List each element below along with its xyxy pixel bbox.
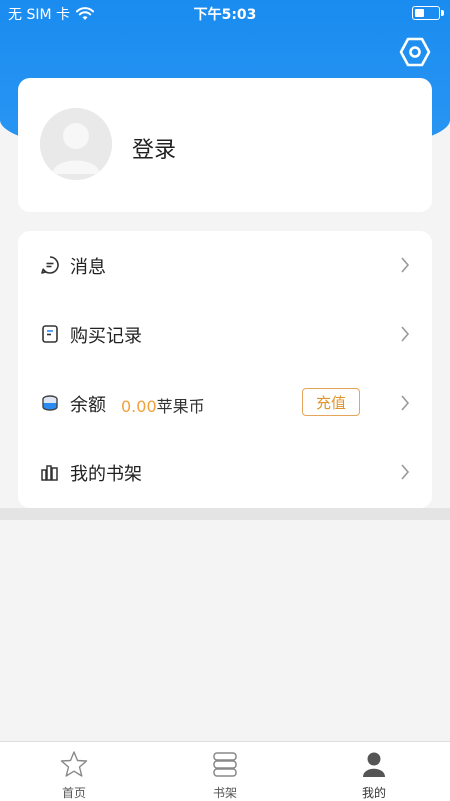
menu-item-purchase-records[interactable]: 购买记录: [18, 300, 432, 369]
balance-unit: 苹果币: [156, 397, 205, 416]
bookshelf-icon: [41, 465, 58, 481]
chevron-right-icon: [401, 464, 410, 480]
chevron-right-icon: [401, 326, 410, 342]
login-label[interactable]: 登录: [132, 132, 176, 164]
receipt-icon: [42, 325, 58, 343]
section-divider: [0, 508, 450, 520]
tab-label-bookshelf: 书架: [212, 786, 237, 800]
avatar[interactable]: [40, 108, 112, 180]
battery-icon: [412, 6, 444, 20]
tab-bookshelf[interactable]: 书架: [175, 742, 275, 801]
menu-label-balance: 余额: [70, 395, 106, 416]
balance-value: 0.00苹果币: [121, 393, 205, 417]
coins-icon: [42, 395, 58, 411]
menu-card: 消息 购买记录 余额 0.00苹果币 充值 我的书架: [18, 231, 432, 508]
menu-label-my-bookshelf: 我的书架: [70, 464, 142, 485]
tab-bar: 首页 书架 我的: [0, 741, 450, 801]
status-time: 下午5:03: [193, 7, 257, 23]
menu-item-my-bookshelf[interactable]: 我的书架: [18, 438, 432, 507]
settings-button[interactable]: [399, 36, 431, 68]
status-bar: 无 SIM 卡 下午5:03: [0, 0, 450, 24]
tab-label-home: 首页: [61, 786, 86, 800]
star-icon: [60, 751, 88, 777]
tab-label-mine: 我的: [361, 786, 386, 800]
person-icon: [363, 752, 385, 777]
chevron-right-icon: [401, 395, 410, 411]
tab-home[interactable]: 首页: [24, 742, 124, 801]
default-avatar-icon: [40, 108, 112, 180]
menu-item-messages[interactable]: 消息: [18, 231, 432, 300]
menu-label-messages: 消息: [70, 257, 106, 278]
bookshelf-tab-icon: [213, 752, 237, 777]
recharge-button[interactable]: 充值: [302, 388, 360, 416]
menu-item-balance[interactable]: 余额 0.00苹果币 充值: [18, 369, 432, 438]
balance-amount: 0.00: [121, 397, 157, 416]
settings-icon: [399, 37, 431, 67]
menu-label-purchase-records: 购买记录: [70, 326, 142, 347]
tab-mine[interactable]: 我的: [324, 742, 424, 801]
message-icon: [41, 256, 59, 274]
profile-card[interactable]: 登录: [18, 78, 432, 212]
chevron-right-icon: [401, 257, 410, 273]
